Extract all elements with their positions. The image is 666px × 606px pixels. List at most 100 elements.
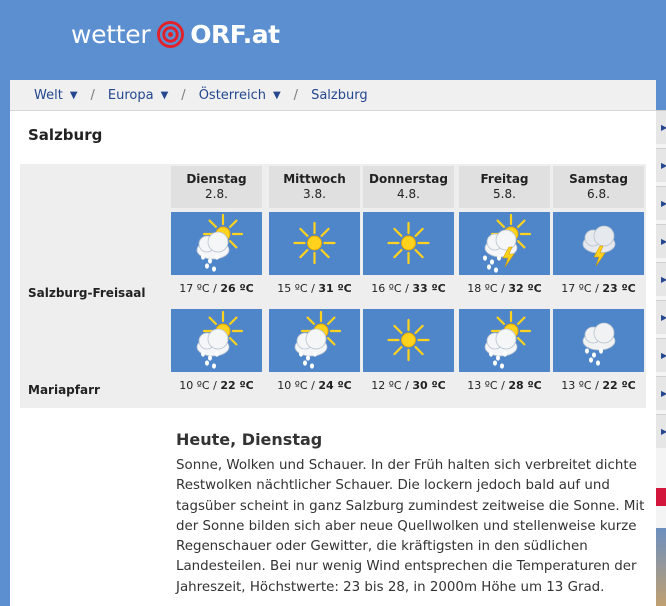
temp-max: 33 ºC — [412, 282, 446, 295]
temperature-range: 10 ºC / 22 ºC — [179, 379, 254, 392]
dropdown-arrow-icon[interactable]: ▼ — [273, 90, 281, 101]
day-header-dienstag: Dienstag 2.8. — [171, 166, 262, 208]
temperature-range: 13 ºC / 22 ºC — [561, 379, 636, 392]
weather-tile[interactable] — [553, 212, 644, 275]
rail-expand-button[interactable]: ▶ — [656, 224, 666, 258]
today-forecast-text: Sonne, Wolken und Schauer. In der Früh h… — [176, 458, 645, 595]
rail-expand-button[interactable]: ▶ — [656, 414, 666, 448]
weather-tile[interactable] — [269, 212, 360, 275]
temperature-range: 17 ºC / 23 ºC — [561, 282, 636, 295]
breadcrumb: Welt ▼ / Europa ▼ / Österreich ▼ / Salzburg — [10, 80, 656, 111]
weather-tile[interactable] — [171, 309, 262, 372]
temp-min: 13 ºC — [561, 379, 592, 392]
rail-expand-button[interactable]: ▶ — [656, 186, 666, 220]
weather-tile[interactable] — [459, 212, 550, 275]
header-bar: wetter ORF.at — [0, 0, 666, 80]
temp-max: 30 ºC — [412, 379, 446, 392]
arrow-right-icon: ▶ — [661, 351, 666, 360]
breadcrumb-item-welt[interactable]: Welt ▼ — [34, 88, 78, 103]
weather-tile[interactable] — [553, 309, 644, 372]
rail-expand-button[interactable]: ▶ — [656, 148, 666, 182]
temperature-range: 17 ºC / 26 ºC — [179, 282, 254, 295]
breadcrumb-label: Österreich — [198, 87, 266, 103]
day-header-donnerstag: Donnerstag 4.8. — [363, 166, 454, 208]
rail-red-banner[interactable] — [656, 488, 666, 506]
arrow-right-icon: ▶ — [661, 389, 666, 398]
temperature-range: 13 ºC / 28 ºC — [467, 379, 542, 392]
temperature-range: 10 ºC / 24 ºC — [277, 379, 352, 392]
location-name[interactable]: Mariapfarr — [28, 383, 100, 397]
location-name[interactable]: Salzburg-Freisaal — [28, 286, 146, 300]
rail-expand-button[interactable]: ▶ — [656, 300, 666, 334]
temp-max: 28 ºC — [508, 379, 542, 392]
breadcrumb-item-salzburg[interactable]: Salzburg — [311, 88, 368, 103]
weather-tile[interactable] — [459, 309, 550, 372]
day-date: 5.8. — [493, 187, 516, 201]
cloud-rain-icon — [582, 322, 616, 366]
dropdown-arrow-icon[interactable]: ▼ — [70, 90, 78, 101]
arrow-right-icon: ▶ — [661, 123, 666, 132]
page-title: Salzburg — [28, 126, 103, 144]
temp-min: 13 ºC — [467, 379, 498, 392]
breadcrumb-label: Europa — [107, 87, 154, 103]
temp-max: 22 ºC — [220, 379, 254, 392]
forecast-table: Dienstag 2.8. Mittwoch 3.8. Donnerstag 4.8. Fr… — [20, 164, 646, 408]
weather-tile[interactable] — [363, 309, 454, 372]
temp-min: 16 ºC — [371, 282, 402, 295]
breadcrumb-separator: / — [293, 87, 299, 103]
day-name: Freitag — [480, 172, 529, 186]
arrow-right-icon: ▶ — [661, 275, 666, 284]
sun-icon — [293, 221, 336, 265]
temp-min: 17 ºC — [179, 282, 210, 295]
rail-expand-button[interactable]: ▶ — [656, 338, 666, 372]
dropdown-arrow-icon[interactable]: ▼ — [161, 90, 169, 101]
day-name: Donnerstag — [369, 172, 448, 186]
day-date: 2.8. — [205, 187, 228, 201]
day-header-samstag: Samstag 6.8. — [553, 166, 644, 208]
day-header-mittwoch: Mittwoch 3.8. — [269, 166, 360, 208]
sun-cloud-rain-icon — [484, 310, 532, 369]
arrow-right-icon: ▶ — [661, 427, 666, 436]
temp-max: 23 ºC — [602, 282, 636, 295]
breadcrumb-item-österreich[interactable]: Österreich ▼ — [199, 88, 281, 103]
temperature-range: 15 ºC / 31 ºC — [277, 282, 352, 295]
weather-tile[interactable] — [363, 212, 454, 275]
sun-icon — [387, 318, 430, 362]
day-name: Mittwoch — [283, 172, 346, 186]
day-date: 6.8. — [587, 187, 610, 201]
rail-expand-button[interactable]: ▶ — [656, 110, 666, 144]
breadcrumb-item-europa[interactable]: Europa ▼ — [108, 88, 168, 103]
sun-cloud-rain-icon — [294, 310, 342, 369]
temp-max: 31 ºC — [318, 282, 352, 295]
breadcrumb-separator: / — [90, 87, 95, 103]
weather-tile[interactable] — [269, 309, 360, 372]
sun-cloud-thunder-rain-icon — [483, 213, 532, 273]
sun-cloud-rain-icon — [196, 310, 244, 369]
arrow-right-icon: ▶ — [661, 313, 666, 322]
content-panel: Welt ▼ / Europa ▼ / Österreich ▼ / Salzburg Salzb… — [10, 80, 656, 606]
breadcrumb-label: Salzburg — [311, 87, 368, 103]
breadcrumb-label: Welt — [34, 87, 63, 103]
arrow-right-icon: ▶ — [661, 199, 666, 208]
weather-tile[interactable] — [171, 212, 262, 275]
day-date: 3.8. — [303, 187, 326, 201]
rail-expand-button[interactable]: ▶ — [656, 376, 666, 410]
sun-icon — [387, 221, 430, 265]
logo-word: wetter — [71, 20, 151, 49]
temp-max: 26 ºC — [220, 282, 254, 295]
temp-max: 22 ºC — [602, 379, 636, 392]
temp-min: 10 ºC — [277, 379, 308, 392]
wetter-orf-logo[interactable]: wetter ORF.at — [71, 20, 280, 49]
day-date: 4.8. — [397, 187, 420, 201]
temp-max: 32 ºC — [508, 282, 542, 295]
orf-eye-icon — [157, 21, 185, 48]
rail-teaser-image[interactable] — [656, 528, 666, 606]
rail-expand-button[interactable]: ▶ — [656, 262, 666, 296]
temp-min: 15 ºC — [277, 282, 308, 295]
temperature-range: 16 ºC / 33 ºC — [371, 282, 446, 295]
arrow-right-icon: ▶ — [661, 237, 666, 246]
arrow-right-icon: ▶ — [661, 161, 666, 170]
temp-min: 12 ºC — [371, 379, 402, 392]
breadcrumb-separator: / — [181, 87, 186, 103]
sun-cloud-rain-icon — [196, 213, 244, 272]
